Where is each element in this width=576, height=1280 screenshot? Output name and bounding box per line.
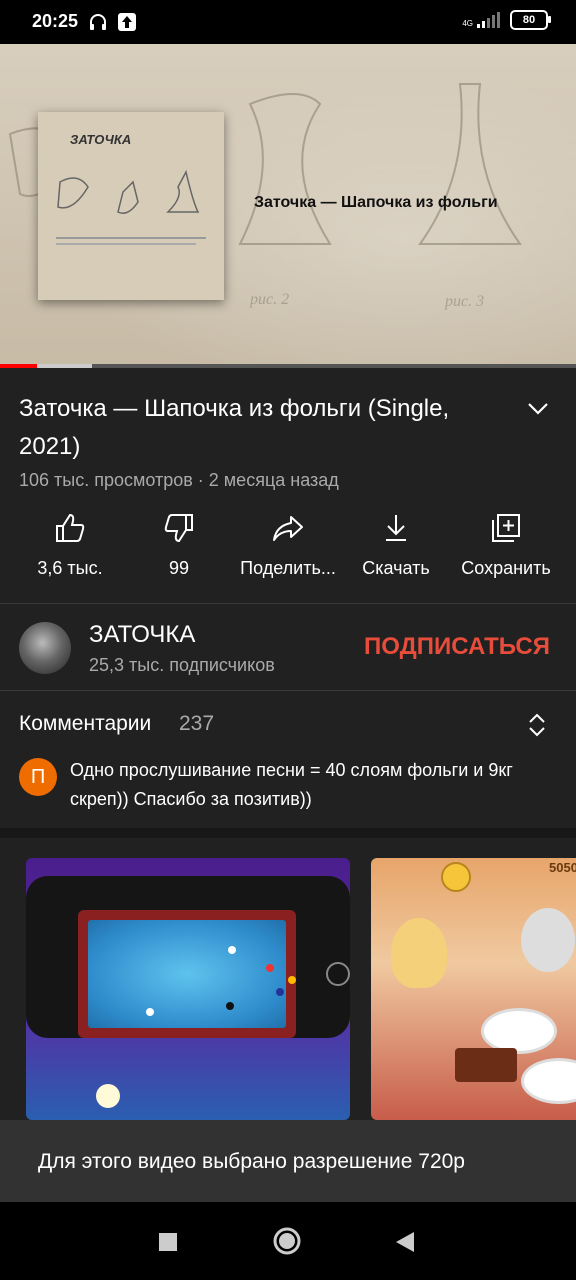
network-type: 4G <box>462 19 473 28</box>
video-progress-bar[interactable] <box>0 364 576 368</box>
phone-camera <box>326 962 350 986</box>
share-label: Поделить... <box>240 558 336 578</box>
save-button[interactable]: Сохранить <box>446 512 566 579</box>
divider <box>0 603 576 604</box>
recents-icon[interactable] <box>158 1232 178 1257</box>
coin-icon <box>441 862 471 892</box>
action-bar: 3,6 тыс. 99 Поделить... Скачать Сохранит… <box>0 512 576 592</box>
phone-mockup <box>26 876 350 1038</box>
svg-text:рис. 3: рис. 3 <box>444 293 484 310</box>
download-icon <box>386 515 406 541</box>
character-grandma <box>521 908 575 972</box>
pool-table-felt <box>88 920 286 1028</box>
comment-text: Одно прослушивание песни = 40 слоям фоль… <box>70 760 513 809</box>
chevron-down-icon[interactable] <box>524 394 552 422</box>
pool-ball <box>266 964 274 972</box>
pool-ball <box>226 1002 234 1010</box>
thumbs-up-icon <box>56 513 85 542</box>
share-button[interactable]: Поделить... <box>228 512 348 579</box>
like-button[interactable]: 3,6 тыс. <box>10 512 130 579</box>
headphones-icon <box>88 12 108 37</box>
cover-title: ЗАТОЧКА <box>70 132 132 147</box>
svg-text:рис. 2: рис. 2 <box>249 291 289 308</box>
home-icon[interactable] <box>272 1226 302 1261</box>
back-icon[interactable] <box>394 1230 416 1259</box>
ad-carousel: 5050 <box>0 838 576 1120</box>
cue-ball <box>96 1084 120 1108</box>
video-meta: 106 тыс. просмотров · 2 месяца назад <box>19 470 339 490</box>
comment-avatar: П <box>19 758 57 796</box>
dislike-count: 99 <box>168 558 190 578</box>
subscribe-button[interactable]: ПОДПИСАТЬСЯ <box>364 633 550 661</box>
comments-count: 237 <box>179 712 215 735</box>
upload-notification-icon <box>117 12 137 37</box>
thumbs-down-icon <box>164 514 193 543</box>
video-title[interactable]: Заточка — Шапочка из фольги (Single, 202… <box>19 390 509 466</box>
comments-title: Комментарии <box>19 712 152 735</box>
section-separator <box>0 828 576 838</box>
ad-card-billiards[interactable] <box>26 858 350 1120</box>
pool-ball <box>146 1008 154 1016</box>
pool-ball <box>228 946 236 954</box>
battery-icon: 80 <box>510 10 551 30</box>
pool-ball <box>288 976 296 984</box>
status-time: 20:25 <box>32 11 79 31</box>
save-label: Сохранить <box>461 558 551 578</box>
resolution-toast: Для этого видео выбрано разрешение 720p <box>0 1120 576 1202</box>
channel-avatar[interactable] <box>19 622 71 674</box>
add-to-playlist-icon <box>492 514 520 542</box>
ad-card-cooking[interactable]: 5050 <box>371 858 576 1120</box>
expand-collapse-icon[interactable] <box>526 712 548 743</box>
status-right: 4G 80 <box>462 10 551 30</box>
progress-played <box>0 364 38 368</box>
like-count: 3,6 тыс. <box>37 558 103 578</box>
dislike-button[interactable]: 99 <box>119 512 239 579</box>
channel-name[interactable]: ЗАТОЧКА <box>89 621 195 649</box>
cake <box>455 1048 517 1082</box>
progress-buffered <box>37 364 93 368</box>
share-icon <box>273 516 303 541</box>
download-label: Скачать <box>362 558 430 578</box>
divider <box>0 690 576 691</box>
toast-text: Для этого видео выбрано разрешение 720p <box>38 1150 465 1173</box>
video-player[interactable]: рис. 2 рис. 3 ЗАТОЧКА Заточка — Шапочка … <box>0 44 576 368</box>
character-blonde <box>391 918 447 988</box>
plate <box>521 1058 576 1104</box>
download-button[interactable]: Скачать <box>336 512 456 579</box>
pool-ball <box>276 988 284 996</box>
video-overlay-title: Заточка — Шапочка из фольги <box>254 194 498 211</box>
channel-subscribers: 25,3 тыс. подписчиков <box>89 655 275 675</box>
coin-count: 5050 <box>549 860 576 875</box>
signal-icon: 4G <box>462 12 500 28</box>
system-nav-bar <box>0 1202 576 1280</box>
status-bar: 20:25 4G 80 <box>0 0 576 44</box>
